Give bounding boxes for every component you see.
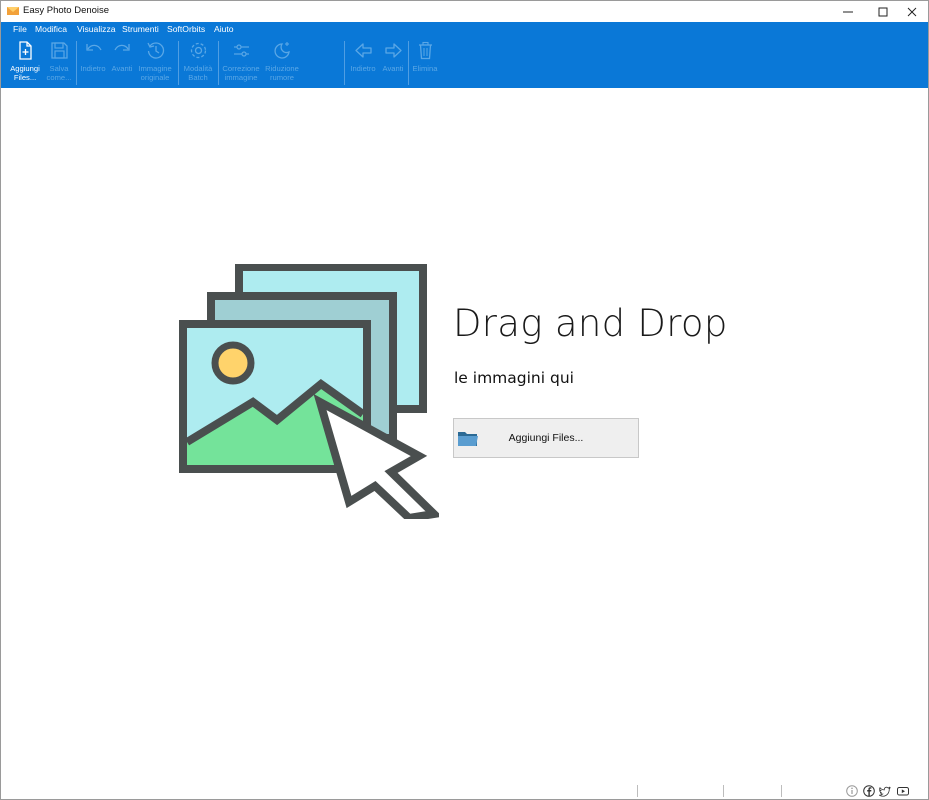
batch-mode-button[interactable]: Modalità Batch xyxy=(178,37,218,87)
trash-icon xyxy=(419,41,432,60)
drop-zone[interactable]: Drag and Drop le immagini qui Aggiungi F… xyxy=(1,88,928,799)
maximize-icon xyxy=(878,7,887,16)
noise-reduction-label: Riduzione rumore xyxy=(265,64,299,82)
status-bar xyxy=(1,783,928,799)
twitter-icon[interactable] xyxy=(879,785,891,797)
menu-strumenti[interactable]: Strumenti xyxy=(122,24,159,34)
delete-button[interactable]: Elimina xyxy=(405,37,445,87)
original-image-button[interactable]: Immagine originale xyxy=(135,37,175,87)
drag-drop-subtitle: le immagini qui xyxy=(454,369,574,387)
menu-bar: File Modifica Visualizza Strumenti SoftO… xyxy=(1,22,928,37)
batch-mode-label: Modalità Batch xyxy=(183,64,213,82)
original-image-label: Immagine originale xyxy=(138,64,172,82)
menu-aiuto[interactable]: Aiuto xyxy=(214,24,234,34)
status-divider xyxy=(781,785,782,797)
save-icon xyxy=(51,42,68,59)
arrow-left-icon xyxy=(355,43,372,58)
minimize-icon xyxy=(842,11,853,12)
menu-modifica[interactable]: Modifica xyxy=(35,24,67,34)
delete-label: Elimina xyxy=(412,64,438,73)
history-icon xyxy=(147,42,165,59)
ribbon-area: File Modifica Visualizza Strumenti SoftO… xyxy=(1,22,928,88)
status-divider xyxy=(723,785,724,797)
add-files-large-label: Aggiungi Files... xyxy=(508,432,584,444)
drag-drop-photos-icon xyxy=(179,264,439,519)
image-correction-button[interactable]: Correzione immagine xyxy=(221,37,261,87)
toolbar: Aggiungi Files... Salva come... Indietro xyxy=(1,37,928,88)
app-logo-icon xyxy=(7,7,19,15)
window-title: Easy Photo Denoise xyxy=(23,5,110,16)
app-window: Easy Photo Denoise File Modifica Visuali… xyxy=(0,0,929,800)
menu-file[interactable]: File xyxy=(13,24,27,34)
close-icon xyxy=(907,7,916,16)
title-bar: Easy Photo Denoise xyxy=(1,1,928,22)
drag-drop-title: Drag and Drop xyxy=(453,302,728,345)
facebook-icon[interactable] xyxy=(863,785,875,797)
noise-reduction-button[interactable]: Riduzione rumore xyxy=(262,37,302,87)
minimize-button[interactable] xyxy=(831,1,864,22)
menu-softorbits[interactable]: SoftOrbits xyxy=(167,24,205,34)
youtube-icon[interactable] xyxy=(897,785,909,797)
menu-visualizza[interactable]: Visualizza xyxy=(77,24,116,34)
sliders-icon xyxy=(234,44,249,57)
gear-icon xyxy=(190,42,207,59)
add-file-icon xyxy=(19,41,32,60)
moon-sparkle-icon xyxy=(274,42,290,59)
info-icon[interactable] xyxy=(846,785,858,797)
status-divider xyxy=(637,785,638,797)
add-files-large-button[interactable]: Aggiungi Files... xyxy=(453,418,639,458)
redo-icon xyxy=(114,44,130,51)
close-button[interactable] xyxy=(895,1,928,22)
undo-icon xyxy=(86,44,102,51)
arrow-right-icon xyxy=(385,43,402,58)
